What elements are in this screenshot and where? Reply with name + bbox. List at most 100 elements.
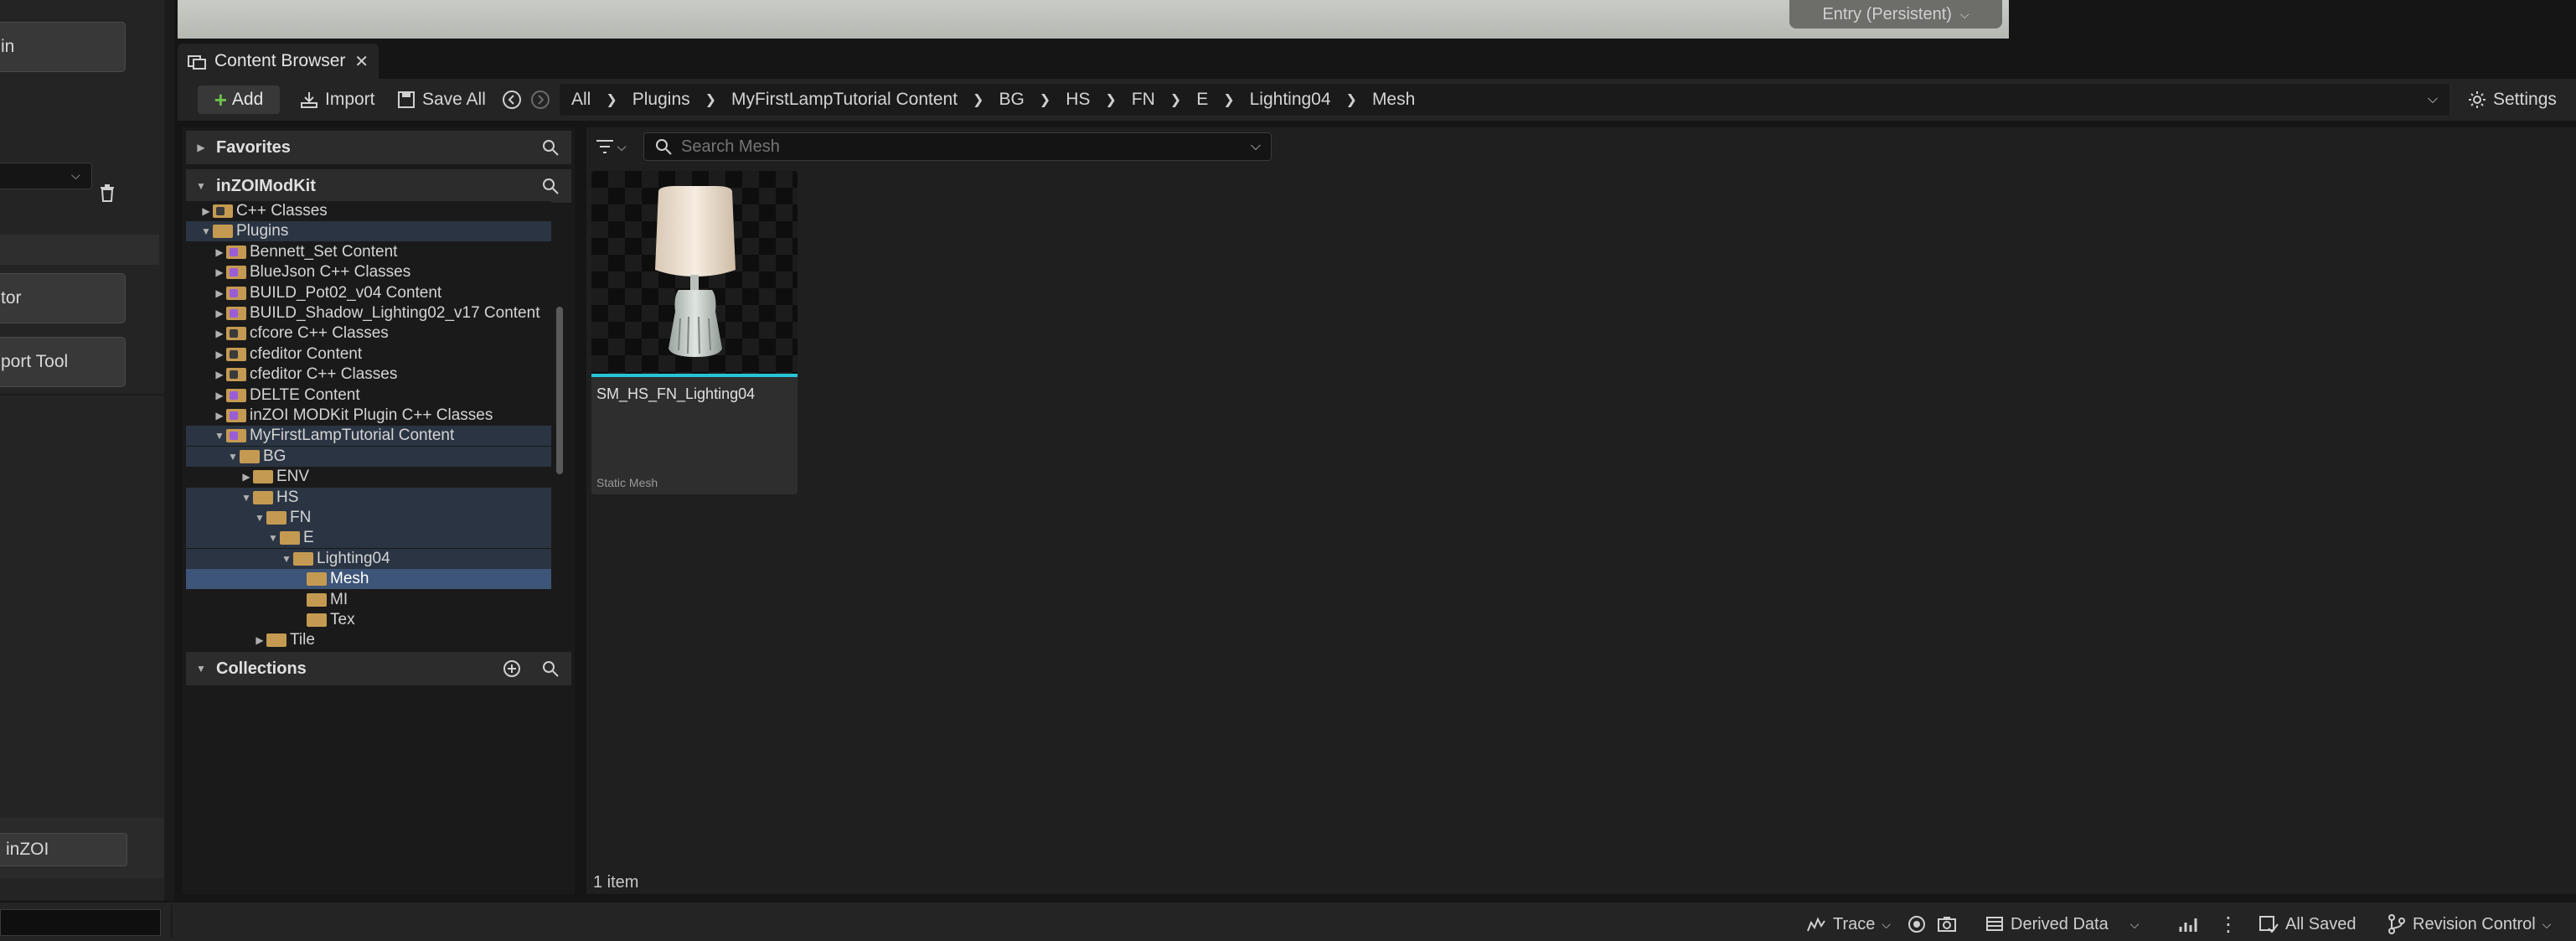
breadcrumb-item[interactable]: BG [999, 90, 1024, 110]
chevron-right-icon[interactable]: ▶ [199, 205, 213, 217]
chevron-right-icon[interactable]: ❯ [1105, 91, 1116, 108]
breadcrumb-item[interactable]: FN [1132, 90, 1155, 110]
tree-item[interactable]: ▶ Tile [186, 630, 551, 647]
chevron-right-icon[interactable]: ▶ [253, 634, 266, 646]
chevron-down-icon[interactable]: ▼ [226, 451, 240, 463]
level-viewport[interactable] [178, 0, 2009, 39]
tree-item[interactable]: ▼ E [186, 528, 551, 549]
collections-header[interactable]: ▼ Collections [186, 652, 571, 685]
search-icon[interactable] [541, 659, 560, 678]
tree-item[interactable]: ▼ BG [186, 446, 551, 467]
tree-item[interactable]: MI [186, 590, 551, 610]
tree-item[interactable]: Tex [186, 610, 551, 630]
search-box[interactable]: ⌵ [643, 132, 1272, 161]
left-panel-button-mid[interactable]: tor [0, 273, 126, 323]
path-history-dropdown-icon[interactable]: ⌵ [2428, 92, 2438, 107]
settings-button[interactable]: Settings [2468, 85, 2557, 114]
tree-item[interactable]: ▼ Plugins [186, 221, 551, 242]
chevron-right-icon[interactable]: ❯ [973, 91, 983, 108]
tree-item[interactable]: ▶ inZOI MODKit Plugin C++ Classes [186, 406, 551, 426]
chevron-right-icon[interactable]: ▶ [213, 246, 226, 258]
all-saved-button[interactable]: All Saved [2259, 912, 2357, 937]
revision-control-button[interactable]: Revision Control ⌵ [2388, 912, 2551, 937]
tree-item[interactable]: ▶ cfeditor C++ Classes [186, 365, 551, 385]
tab-content-browser[interactable]: Content Browser ✕ [178, 44, 379, 79]
breadcrumb-item[interactable]: Mesh [1372, 90, 1415, 110]
chevron-right-icon[interactable]: ❯ [1170, 91, 1181, 108]
breadcrumb-item[interactable]: Plugins [632, 90, 690, 110]
left-panel-button-bottom[interactable]: port Tool [0, 337, 126, 387]
add-button[interactable]: + Add [198, 85, 280, 114]
save-all-button-label: Save All [422, 90, 486, 109]
tree-item[interactable]: ▶ cfcore C++ Classes [186, 323, 551, 344]
record-icon[interactable] [1907, 912, 1927, 937]
chevron-down-icon[interactable]: ▼ [280, 553, 293, 565]
trash-icon[interactable] [99, 183, 116, 203]
tree-item[interactable]: ▶ BlueJson C++ Classes [186, 262, 551, 282]
folder-icon [307, 592, 327, 607]
tree-item[interactable]: Mesh [186, 569, 551, 590]
tree-item[interactable]: ▼ Lighting04 [186, 548, 551, 569]
chevron-right-icon[interactable]: ▶ [213, 287, 226, 299]
search-icon[interactable] [541, 177, 560, 195]
tree-item[interactable]: ▶ Bennett_Set Content [186, 242, 551, 262]
close-icon[interactable]: ✕ [354, 51, 369, 72]
panel-splitter[interactable] [164, 0, 174, 901]
tree-item[interactable]: ▼ HS [186, 487, 551, 508]
tree-item[interactable]: ▼ MyFirstLampTutorial Content [186, 426, 551, 447]
left-panel-button-top[interactable]: in [0, 22, 126, 72]
chevron-right-icon[interactable]: ▶ [213, 390, 226, 401]
tree-item[interactable]: ▶ DELTE Content [186, 385, 551, 406]
console-input[interactable] [0, 909, 161, 936]
chevron-right-icon[interactable]: ❯ [1346, 91, 1357, 108]
chevron-right-icon[interactable]: ▶ [213, 369, 226, 380]
forward-icon[interactable] [529, 89, 551, 111]
tree-item[interactable]: ▶ cfeditor Content [186, 344, 551, 365]
back-icon[interactable] [501, 89, 523, 111]
save-all-button[interactable]: Save All [397, 85, 486, 114]
tree-item[interactable]: ▶ BUILD_Pot02_v04 Content [186, 283, 551, 303]
search-input[interactable] [681, 137, 1242, 157]
tree-item[interactable]: ▶ C++ Classes [186, 201, 551, 221]
chevron-right-icon[interactable]: ▶ [213, 266, 226, 278]
project-header[interactable]: ▼ inZOIModKit [186, 169, 571, 203]
tree-scrollbar[interactable] [556, 307, 563, 474]
derived-data-button[interactable]: Derived Data ⌵ [1985, 912, 2139, 937]
tree-item[interactable]: ▶ BUILD_Shadow_Lighting02_v17 Content [186, 303, 551, 323]
chevron-right-icon[interactable]: ▶ [240, 471, 253, 483]
favorites-header[interactable]: ▶ Favorites [186, 131, 571, 164]
breadcrumb-item[interactable]: HS [1066, 90, 1090, 110]
asset-tile[interactable]: SM_HS_FN_Lighting04 Static Mesh [591, 171, 798, 494]
chevron-right-icon[interactable]: ❯ [1040, 91, 1051, 108]
trace-button[interactable]: Trace ⌵ [1806, 912, 1891, 937]
inzoi-button[interactable]: inZOI [0, 833, 127, 866]
chevron-down-icon[interactable]: ▼ [266, 532, 280, 544]
filter-button[interactable]: ⌵ [588, 132, 633, 161]
add-collection-icon[interactable] [503, 659, 521, 678]
chevron-down-icon[interactable]: ▼ [240, 492, 253, 504]
chevron-right-icon[interactable]: ❯ [606, 91, 617, 108]
chevron-down-icon[interactable]: ▼ [253, 512, 266, 524]
chevron-down-icon[interactable]: ▼ [199, 225, 213, 237]
chevron-right-icon[interactable]: ❯ [705, 91, 716, 108]
chevron-right-icon[interactable]: ▶ [213, 308, 226, 319]
chevron-right-icon[interactable]: ❯ [1223, 91, 1234, 108]
breadcrumb-item[interactable]: MyFirstLampTutorial Content [731, 90, 958, 110]
level-dropdown[interactable]: Entry (Persistent) ⌵ [1789, 0, 2002, 28]
more-options-icon[interactable]: ⋮ [2218, 912, 2238, 937]
breadcrumb-item[interactable]: E [1196, 90, 1208, 110]
breadcrumb-item[interactable]: Lighting04 [1250, 90, 1331, 110]
tree-item[interactable]: ▶ ENV [186, 467, 551, 487]
import-button[interactable]: Import [300, 85, 375, 114]
tree-item[interactable]: ▼ FN [186, 508, 551, 528]
stats-icon[interactable] [2178, 912, 2198, 937]
search-icon[interactable] [541, 138, 560, 157]
chevron-right-icon[interactable]: ▶ [213, 349, 226, 360]
chevron-down-icon[interactable]: ⌵ [1251, 139, 1261, 154]
screenshot-icon[interactable] [1937, 912, 1957, 937]
chevron-right-icon[interactable]: ▶ [213, 410, 226, 421]
left-panel-dropdown[interactable]: ⌵ [0, 163, 92, 189]
chevron-right-icon[interactable]: ▶ [213, 328, 226, 339]
breadcrumb-item[interactable]: All [571, 90, 591, 110]
chevron-down-icon[interactable]: ▼ [213, 430, 226, 442]
